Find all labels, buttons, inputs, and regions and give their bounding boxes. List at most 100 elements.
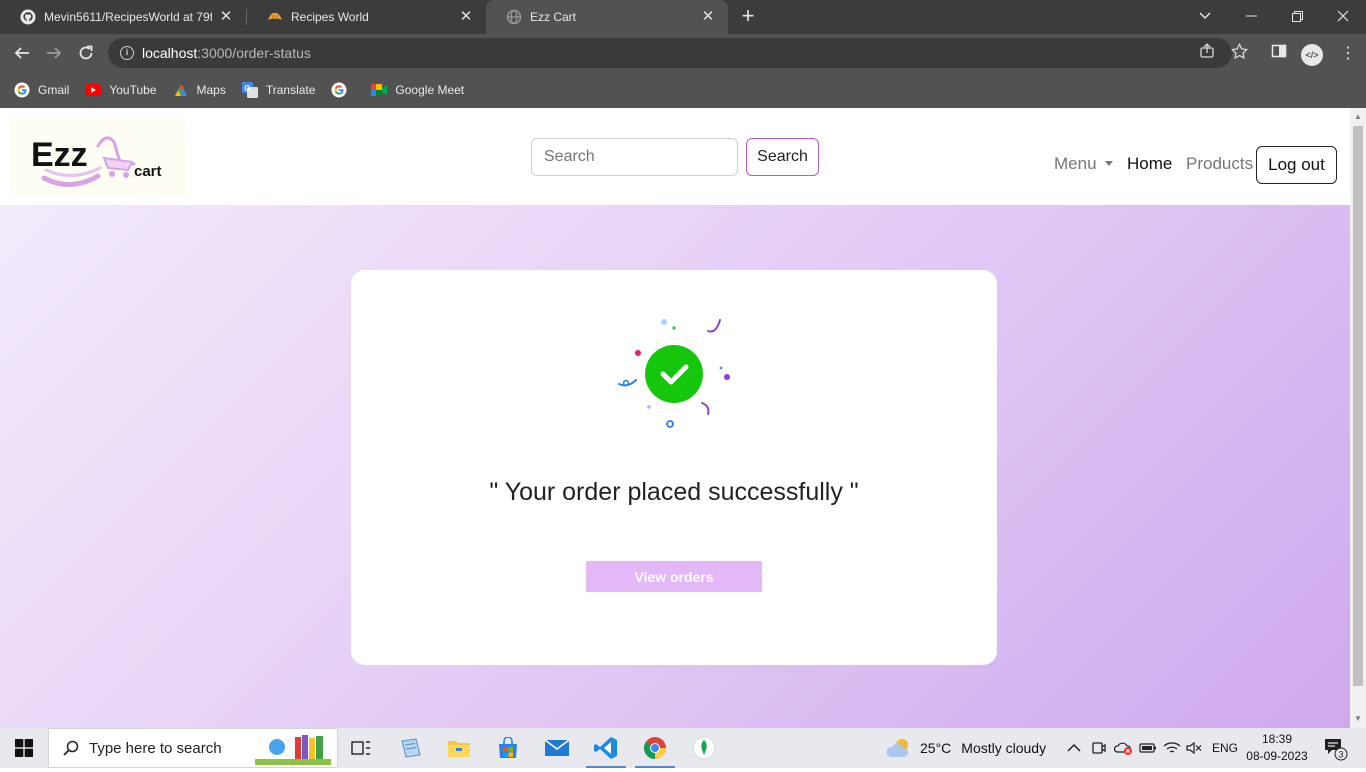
- bookmark-label: Translate: [265, 83, 316, 97]
- menu-dropdown[interactable]: Menu: [1054, 154, 1113, 174]
- cloudy-weather-icon: [886, 739, 909, 757]
- taskbar-clock[interactable]: 18:39 08-09-2023: [1244, 731, 1310, 765]
- logo-wordmark: Ezz: [31, 136, 88, 174]
- restore-button[interactable]: [1274, 0, 1320, 32]
- close-window-button[interactable]: [1320, 0, 1366, 32]
- logout-button[interactable]: Log out: [1256, 146, 1337, 184]
- microsoft-store-icon[interactable]: [484, 728, 532, 768]
- url-path: :3000/order-status: [197, 45, 311, 61]
- bookmark-gmail[interactable]: Gmail: [14, 82, 69, 98]
- windows-start-icon[interactable]: [0, 728, 48, 768]
- file-explorer-icon[interactable]: [435, 728, 483, 768]
- tab-recipes-world[interactable]: Recipes World ✕: [247, 0, 486, 34]
- bookmark-label: YouTube: [109, 83, 157, 97]
- tab-github[interactable]: Mevin5611/RecipesWorld at 79f9 ✕: [0, 0, 246, 34]
- youtube-icon: [85, 82, 102, 98]
- clock-time: 18:39: [1261, 732, 1293, 746]
- maps-icon: [173, 82, 189, 98]
- bookmark-label: Google Meet: [395, 83, 465, 97]
- new-tab-button[interactable]: +: [736, 5, 760, 29]
- bookmark-label: Gmail: [38, 83, 70, 97]
- scrollbar-thumb[interactable]: [1353, 126, 1363, 686]
- search-icon: [63, 740, 79, 756]
- search-button[interactable]: Search: [746, 138, 819, 176]
- browser-tab-strip: Mevin5611/RecipesWorld at 79f9 ✕ Recipes…: [0, 0, 1366, 34]
- success-check-graphic: [604, 310, 744, 440]
- meet-icon: [371, 82, 388, 98]
- search-input[interactable]: [531, 138, 738, 176]
- url-host: localhost: [142, 45, 198, 61]
- weather-temperature: 25°C: [920, 740, 952, 756]
- bookmark-star-icon[interactable]: [1230, 42, 1249, 64]
- profile-avatar-icon[interactable]: </>: [1301, 44, 1323, 66]
- address-bar[interactable]: i localhost:3000/order-status: [108, 38, 1232, 68]
- github-icon: [20, 9, 36, 25]
- tab-title: Recipes World: [291, 10, 369, 24]
- close-tab-icon[interactable]: ✕: [218, 9, 234, 25]
- translate-icon: G: [241, 82, 258, 98]
- globe-icon: [506, 9, 522, 25]
- minimize-button[interactable]: [1228, 0, 1274, 32]
- notepad-app-icon[interactable]: [386, 728, 434, 768]
- check-circle-icon: [645, 345, 703, 403]
- tab-title: Ezz Cart: [530, 10, 577, 24]
- site-info-icon[interactable]: i: [120, 46, 134, 60]
- croissant-icon: [267, 9, 283, 25]
- scroll-up-icon[interactable]: ▲: [1350, 109, 1366, 125]
- view-orders-button[interactable]: View orders: [586, 561, 762, 592]
- tab-ezz-cart[interactable]: Ezz Cart ✕: [486, 0, 728, 34]
- tab-search-chevron-icon[interactable]: [1182, 0, 1228, 32]
- chrome-menu-icon[interactable]: ⋮: [1340, 44, 1356, 64]
- google-icon: [331, 82, 347, 98]
- back-arrow-icon[interactable]: [9, 40, 35, 66]
- taskbar-search-placeholder: Type here to search: [89, 739, 222, 757]
- windows-taskbar: Type here to search 25°C Mostly cloudy E…: [0, 728, 1366, 768]
- notification-count: 3: [1338, 750, 1343, 760]
- page-viewport: Ezz cart Search Menu Home Products Log o…: [0, 108, 1350, 728]
- menu-label: Menu: [1054, 154, 1097, 173]
- order-status-card: " Your order placed successfully " View …: [351, 270, 997, 665]
- wifi-icon[interactable]: [1163, 728, 1181, 768]
- caret-down-icon: [1104, 160, 1113, 166]
- task-view-icon[interactable]: [337, 728, 385, 768]
- forward-arrow-icon[interactable]: [41, 40, 67, 66]
- meet-now-icon[interactable]: [1092, 728, 1106, 768]
- mail-app-icon[interactable]: [533, 728, 581, 768]
- onedrive-error-icon[interactable]: [1114, 728, 1134, 768]
- browser-toolbar: i localhost:3000/order-status: [0, 34, 1366, 72]
- bookmark-google[interactable]: [331, 82, 355, 98]
- svg-text:G: G: [244, 84, 250, 93]
- logo-subtext: cart: [134, 163, 162, 180]
- bookmark-youtube[interactable]: YouTube: [85, 82, 157, 98]
- weather-widget[interactable]: 25°C Mostly cloudy: [886, 728, 1046, 768]
- weather-condition: Mostly cloudy: [961, 740, 1047, 756]
- volume-muted-icon[interactable]: [1186, 728, 1202, 768]
- clock-date: 08-09-2023: [1246, 749, 1308, 763]
- tab-title: Mevin5611/RecipesWorld at 79f9: [44, 10, 212, 24]
- search-highlight-books-icon[interactable]: [255, 733, 331, 772]
- ezz-cart-logo[interactable]: Ezz cart: [10, 118, 186, 196]
- bookmark-label: Maps: [196, 83, 226, 97]
- bookmark-google-meet[interactable]: Google Meet: [371, 82, 464, 98]
- vscode-app-icon[interactable]: [582, 728, 630, 768]
- share-icon[interactable]: [1199, 43, 1215, 63]
- taskbar-search-box[interactable]: Type here to search: [48, 728, 338, 768]
- mongodb-app-icon[interactable]: [680, 728, 728, 768]
- input-language-indicator[interactable]: ENG: [1212, 728, 1238, 768]
- google-icon: [14, 82, 30, 98]
- nav-link-home[interactable]: Home: [1127, 154, 1172, 174]
- show-hidden-icons-chevron[interactable]: [1067, 728, 1081, 768]
- close-tab-icon[interactable]: ✕: [700, 9, 716, 25]
- scroll-down-icon[interactable]: ▼: [1350, 711, 1366, 727]
- reload-icon[interactable]: [73, 40, 99, 66]
- page-scrollbar[interactable]: ▲ ▼: [1350, 108, 1366, 728]
- notification-center-icon[interactable]: 3: [1322, 728, 1348, 768]
- side-panel-icon[interactable]: [1271, 43, 1287, 63]
- battery-icon[interactable]: [1139, 728, 1157, 768]
- success-message: " Your order placed successfully ": [489, 478, 859, 506]
- close-tab-icon[interactable]: ✕: [458, 9, 474, 25]
- bookmark-maps[interactable]: Maps: [173, 82, 226, 98]
- nav-link-products[interactable]: Products: [1186, 154, 1253, 174]
- chrome-app-icon[interactable]: [631, 728, 679, 768]
- bookmark-translate[interactable]: G Translate: [241, 82, 316, 98]
